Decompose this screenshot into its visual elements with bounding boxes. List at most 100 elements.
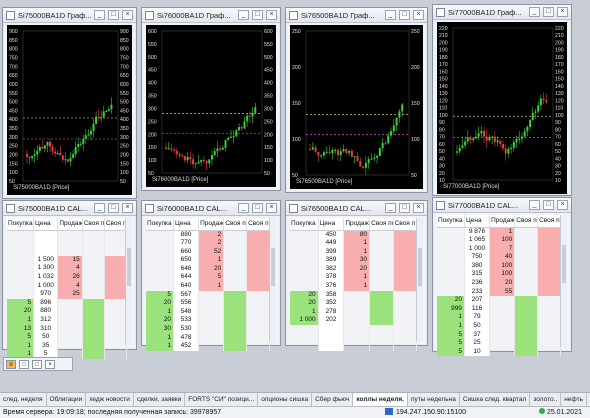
ask-qty-cell[interactable]: 5 xyxy=(198,273,225,283)
price-cell[interactable]: 530 xyxy=(173,325,200,334)
title-bar[interactable]: Si76500BA1D CAL... _ □ × xyxy=(286,201,427,216)
own-ask-cell[interactable] xyxy=(393,282,418,291)
own-bid-cell[interactable] xyxy=(369,325,394,334)
workspace-tab[interactable]: след. неделя xyxy=(0,393,47,406)
bid-qty-cell[interactable]: 30 xyxy=(146,325,174,334)
order-book-row[interactable]: 1 452 xyxy=(146,342,270,351)
own-ask-cell[interactable] xyxy=(104,333,128,342)
order-book-row[interactable]: 1 032 26 xyxy=(7,272,128,282)
price-cell[interactable]: 236 xyxy=(464,279,491,288)
column-header[interactable]: Продажа xyxy=(57,218,83,231)
ask-qty-cell[interactable]: 7 xyxy=(489,244,516,254)
order-book-row[interactable]: 399 1 xyxy=(290,247,418,257)
ask-qty-cell[interactable] xyxy=(198,290,225,300)
bid-qty-cell[interactable] xyxy=(7,281,35,291)
own-bid-cell[interactable] xyxy=(223,282,248,291)
own-bid-cell[interactable] xyxy=(514,261,539,271)
price-cell[interactable] xyxy=(33,238,59,248)
title-bar[interactable]: Si76500BA1D Граф... _ □ × xyxy=(286,8,427,23)
own-ask-cell[interactable] xyxy=(393,290,418,300)
own-ask-cell[interactable] xyxy=(246,290,270,300)
maximize-button[interactable]: □ xyxy=(252,203,263,213)
bid-qty-cell[interactable]: 20 xyxy=(7,307,35,316)
order-book-row[interactable]: 389 30 xyxy=(290,256,418,265)
ask-qty-cell[interactable]: 80 xyxy=(343,230,371,240)
own-bid-cell[interactable] xyxy=(514,244,539,254)
order-book-row[interactable] xyxy=(7,238,128,248)
column-header[interactable]: Цена xyxy=(173,218,200,231)
own-bid-cell[interactable] xyxy=(514,287,539,297)
order-book-table[interactable]: ПокупкаЦенаПродажаСвоя поСвоя п450804491… xyxy=(290,218,418,351)
own-bid-cell[interactable] xyxy=(514,279,539,288)
bid-qty-cell[interactable] xyxy=(290,264,319,274)
workspace-tab[interactable]: сделки, заявки xyxy=(134,393,186,406)
close-button[interactable]: × xyxy=(266,203,277,213)
price-cell[interactable]: 315 xyxy=(464,270,491,280)
order-book-row[interactable]: 880 2 xyxy=(146,230,270,240)
own-bid-cell[interactable] xyxy=(223,264,248,274)
bid-qty-cell[interactable] xyxy=(7,230,35,239)
order-book-row[interactable]: 378 1 xyxy=(290,273,418,283)
ask-qty-cell[interactable] xyxy=(489,339,516,348)
price-cell[interactable]: 50 xyxy=(464,322,491,331)
own-bid-cell[interactable] xyxy=(369,290,394,300)
ask-qty-cell[interactable]: 1 xyxy=(198,256,225,265)
bid-qty-cell[interactable]: 1 xyxy=(146,333,174,343)
price-cell[interactable]: 25 xyxy=(464,339,491,348)
minimize-button[interactable]: _ xyxy=(238,10,249,20)
own-bid-cell[interactable] xyxy=(514,347,539,357)
own-ask-cell[interactable] xyxy=(104,350,128,359)
minimize-button[interactable]: _ xyxy=(238,203,249,213)
bid-qty-cell[interactable]: 5 xyxy=(437,347,465,357)
own-bid-cell[interactable] xyxy=(82,247,105,256)
ask-qty-cell[interactable] xyxy=(489,296,516,305)
price-cell[interactable]: 358 xyxy=(318,290,345,300)
own-ask-cell[interactable] xyxy=(537,339,561,348)
own-bid-cell[interactable] xyxy=(369,282,394,291)
own-bid-cell[interactable] xyxy=(82,230,105,239)
own-bid-cell[interactable] xyxy=(223,299,248,308)
ask-qty-cell[interactable]: 20 xyxy=(343,264,371,274)
price-cell[interactable]: 9 876 xyxy=(464,227,491,237)
column-header[interactable]: Продажа xyxy=(489,215,516,228)
ask-qty-cell[interactable]: 15 xyxy=(57,255,83,265)
own-bid-cell[interactable] xyxy=(369,273,394,283)
own-bid-cell[interactable] xyxy=(369,256,394,265)
order-book-row[interactable]: 1 312 xyxy=(7,315,128,325)
own-ask-cell[interactable] xyxy=(393,316,418,326)
ask-qty-cell[interactable] xyxy=(57,341,83,351)
title-bar[interactable]: Si77000BA1D CAL... _ □ × xyxy=(433,198,571,213)
own-ask-cell[interactable] xyxy=(104,247,128,256)
maximize-button[interactable]: □ xyxy=(32,359,42,369)
own-ask-cell[interactable] xyxy=(104,298,128,308)
bid-qty-cell[interactable] xyxy=(290,325,319,334)
order-book-row[interactable]: 5 567 xyxy=(146,290,270,300)
price-cell[interactable]: 1 000 xyxy=(464,244,491,254)
order-book-row[interactable] xyxy=(290,342,418,351)
close-button[interactable]: × xyxy=(45,359,55,369)
own-ask-cell[interactable] xyxy=(246,230,270,240)
bid-qty-cell[interactable]: 13 xyxy=(7,324,35,334)
own-ask-cell[interactable] xyxy=(104,264,128,273)
ask-qty-cell[interactable]: 100 xyxy=(489,261,516,271)
own-ask-cell[interactable] xyxy=(537,236,561,245)
price-cell[interactable]: 310 xyxy=(33,324,59,334)
ask-qty-cell[interactable]: 40 xyxy=(489,253,516,262)
chart-window-2[interactable]: Si76000BA1D Граф... _ □ × 600 600 550 550 500 50… xyxy=(141,7,281,191)
price-cell[interactable]: 646 xyxy=(173,264,200,274)
ask-qty-cell[interactable] xyxy=(489,330,516,340)
bid-qty-cell[interactable]: 5 xyxy=(7,298,35,308)
ask-qty-cell[interactable] xyxy=(57,324,83,334)
restore-button[interactable]: □ xyxy=(19,359,29,369)
ask-qty-cell[interactable] xyxy=(343,325,371,334)
bid-qty-cell[interactable] xyxy=(437,270,465,280)
price-cell[interactable]: 478 xyxy=(173,333,200,343)
order-book-row[interactable]: 1 478 xyxy=(146,333,270,343)
order-book-row[interactable]: 233 55 xyxy=(437,287,561,297)
bid-qty-cell[interactable] xyxy=(7,247,35,256)
price-cell[interactable]: 35 xyxy=(33,341,59,351)
own-bid-cell[interactable] xyxy=(82,307,105,316)
price-cell[interactable]: 880 xyxy=(173,230,200,240)
price-cell[interactable]: 116 xyxy=(464,304,491,314)
ask-qty-cell[interactable]: 1 xyxy=(343,247,371,257)
